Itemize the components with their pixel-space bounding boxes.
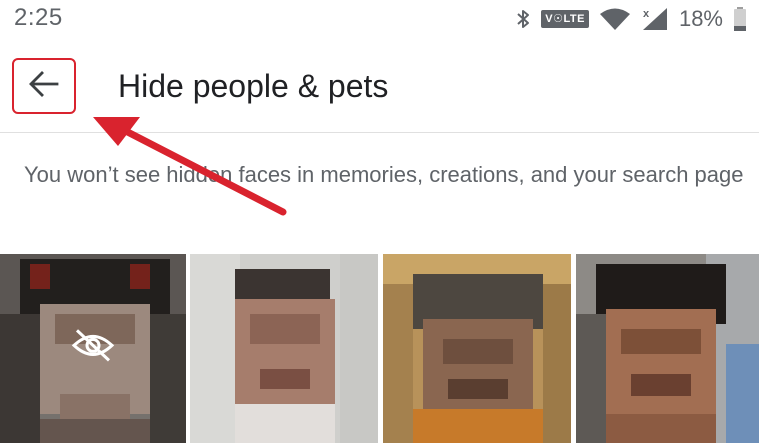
description-text: You won’t see hidden faces in memories, … [24, 162, 744, 187]
screen: 2:25 V☉LTE x 18% Hide people & pets You … [0, 0, 759, 443]
svg-text:x: x [643, 8, 650, 20]
status-icons: V☉LTE x 18% [515, 4, 747, 34]
battery-icon [733, 6, 747, 32]
face-tile-4[interactable] [576, 254, 759, 443]
face-4-image [576, 254, 759, 443]
status-time: 2:25 [14, 4, 63, 31]
wifi-icon [599, 7, 631, 31]
face-grid [0, 254, 759, 443]
cellular-signal-icon: x [641, 6, 669, 32]
volte-badge: V☉LTE [541, 10, 589, 28]
status-bar: 2:25 V☉LTE x 18% [0, 0, 759, 40]
bluetooth-icon [515, 7, 531, 31]
page-title: Hide people & pets [118, 68, 389, 104]
toolbar: Hide people & pets [0, 40, 759, 133]
volte-icon: V☉LTE [541, 10, 589, 28]
face-3-image [383, 254, 571, 443]
face-2-image [190, 254, 378, 443]
back-button[interactable] [12, 58, 76, 114]
eye-off-icon [71, 327, 115, 363]
face-tile-1[interactable] [0, 254, 186, 443]
face-tile-3[interactable] [383, 254, 571, 443]
face-tile-2[interactable] [190, 254, 378, 443]
arrow-back-icon [28, 70, 60, 103]
battery-percent: 18% [678, 6, 723, 31]
